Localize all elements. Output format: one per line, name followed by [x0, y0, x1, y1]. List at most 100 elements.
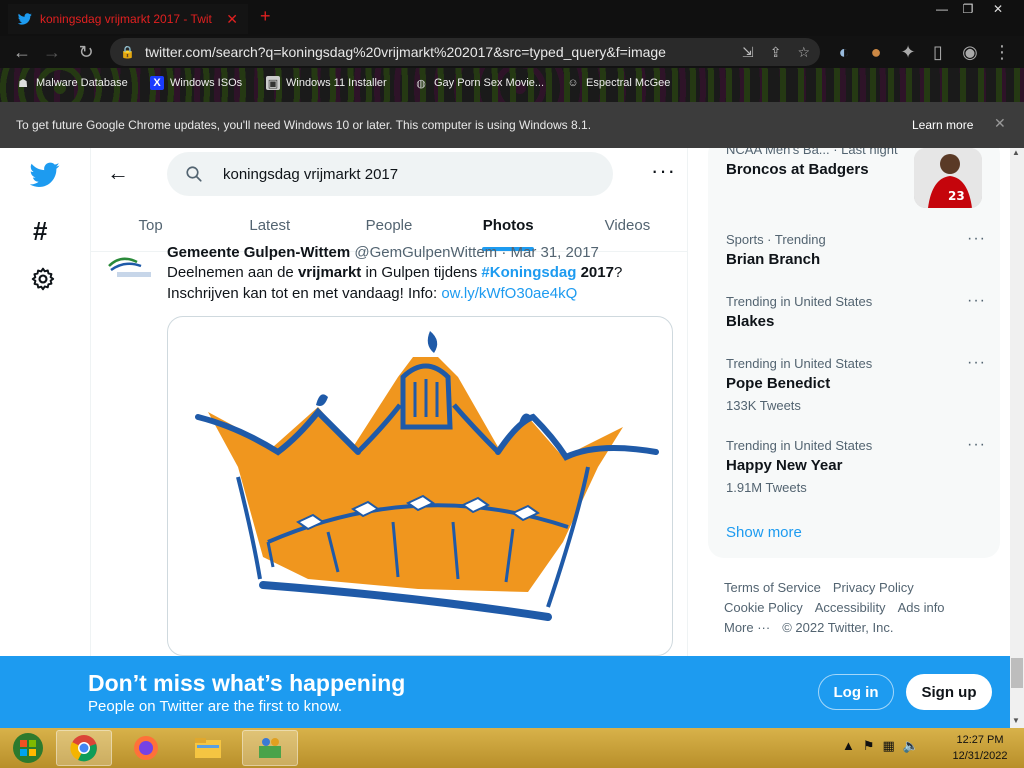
trend-count: 133K Tweets	[726, 398, 801, 413]
trend-name: Blakes	[726, 313, 775, 330]
lock-icon: 🔒	[120, 45, 135, 59]
update-infobar: To get future Google Chrome updates, you…	[0, 102, 1024, 148]
taskbar-chrome[interactable]	[56, 730, 112, 766]
trend-item[interactable]: Sports · Trending Brian Branch ···	[726, 230, 986, 268]
bookmark-label: Windows 11 Installer	[286, 77, 387, 89]
search-input[interactable]: koningsdag vrijmarkt 2017	[167, 152, 613, 196]
infobar-close-icon[interactable]: ✕	[994, 115, 1006, 132]
tab-label: Latest	[249, 217, 291, 234]
tweet-photo[interactable]	[167, 316, 673, 656]
tray-expand-icon[interactable]: ▲	[842, 738, 855, 754]
twitter-page: # ← koningsdag vrijmarkt 2017 ··· Top La…	[0, 148, 1010, 728]
tweet-text-part: in Gulpen tijdens	[361, 264, 482, 281]
main-column: ← koningsdag vrijmarkt 2017 ··· Top Late…	[90, 148, 688, 728]
extension-flag-icon[interactable]: ◐	[832, 40, 856, 64]
network-app-icon	[259, 738, 281, 758]
banner-subtitle: People on Twitter are the first to know.	[88, 698, 343, 715]
gulpen-wittem-logo[interactable]	[107, 252, 155, 280]
extensions-puzzle-icon[interactable]: ✦	[896, 40, 920, 64]
install-icon[interactable]: ⇲	[742, 44, 754, 61]
reload-icon[interactable]: ↻	[74, 40, 98, 64]
trend-more-icon[interactable]: ···	[967, 230, 986, 248]
bookmark-item[interactable]: ▣ Windows 11 Installer	[266, 76, 387, 90]
banner-title: Don’t miss what’s happening	[88, 670, 406, 696]
login-button[interactable]: Log in	[818, 674, 894, 710]
settings-gear-icon[interactable]	[30, 266, 56, 292]
tweet-url-link[interactable]: ow.ly/kWfO30ae4kQ	[441, 285, 577, 302]
share-icon[interactable]: ⇪	[770, 44, 782, 61]
privacy-link[interactable]: Privacy Policy	[833, 580, 914, 595]
taskbar-clock[interactable]: 12:27 PM 12/31/2022	[944, 732, 1016, 764]
x-logo-icon: X	[150, 76, 164, 90]
page-scrollbar[interactable]	[1010, 148, 1024, 728]
hashtag-link[interactable]: #Koningsdag	[481, 264, 576, 281]
tab-label: People	[365, 217, 413, 234]
more-options-icon[interactable]: ···	[651, 158, 676, 184]
scrollbar-thumb[interactable]	[1011, 658, 1023, 688]
extension-avatar-icon[interactable]: ●	[864, 40, 888, 64]
trend-more-icon[interactable]: ···	[967, 292, 986, 310]
network-icon[interactable]: ▦	[883, 738, 895, 754]
chrome-menu-icon[interactable]: ⋮	[990, 40, 1014, 64]
ghost-icon: ☺	[567, 77, 579, 89]
infobar-message: To get future Google Chrome updates, you…	[16, 118, 592, 132]
bookmark-item[interactable]: ◍ Gay Porn Sex Movie...	[414, 76, 544, 90]
search-icon	[186, 166, 202, 182]
close-window-icon[interactable]: ✕	[978, 0, 1018, 18]
browser-tab[interactable]: koningsdag vrijmarkt 2017 - Twit ✕	[8, 4, 248, 34]
address-bar[interactable]: 🔒 twitter.com/search?q=koningsdag%20vrij…	[110, 38, 820, 66]
taskbar-explorer[interactable]	[180, 730, 236, 766]
trend-item[interactable]: Trending in United States Pope Benedict …	[726, 354, 986, 413]
search-query: koningsdag vrijmarkt 2017	[223, 165, 399, 183]
action-center-flag-icon[interactable]: ⚑	[863, 738, 875, 754]
tab-title: koningsdag vrijmarkt 2017 - Twit	[40, 12, 212, 26]
trend-meta: Trending in United States	[726, 356, 873, 371]
tweet-highlight: vrijmarkt	[297, 264, 362, 281]
tweet-handle-date[interactable]: @GemGulpenWittem · Mar 31, 2017	[354, 244, 598, 261]
trend-more-icon[interactable]: ···	[967, 354, 986, 372]
learn-more-link[interactable]: Learn more	[912, 118, 973, 132]
bookmark-item[interactable]: ☺ Espectral McGee	[566, 76, 670, 90]
back-arrow-icon[interactable]: ←	[10, 40, 34, 64]
new-tab-button[interactable]: +	[260, 6, 271, 27]
bookmark-label: Espectral McGee	[586, 77, 671, 89]
tweet-text-part: ?	[613, 264, 623, 281]
terms-link[interactable]: Terms of Service	[724, 580, 821, 595]
taskbar-firefox[interactable]	[118, 730, 174, 766]
trend-name: Pope Benedict	[726, 375, 831, 392]
ads-info-link[interactable]: Ads info	[898, 600, 945, 615]
volume-icon[interactable]: 🔈	[903, 738, 919, 754]
explore-hashtag-icon[interactable]: #	[33, 216, 47, 247]
trend-item[interactable]: Trending in United States Happy New Year…	[726, 436, 986, 495]
start-button[interactable]	[0, 730, 56, 766]
more-link[interactable]: More ···	[724, 620, 770, 635]
accessibility-link[interactable]: Accessibility	[815, 600, 886, 615]
signup-button[interactable]: Sign up	[906, 674, 992, 710]
bookmark-star-icon[interactable]: ☆	[797, 44, 810, 61]
forward-arrow-icon[interactable]: →	[40, 40, 64, 64]
twitter-bird-icon[interactable]	[30, 160, 60, 190]
left-nav: #	[0, 148, 90, 728]
trend-more-icon[interactable]: ···	[967, 436, 986, 454]
side-panel-icon[interactable]: ▯	[926, 40, 950, 64]
tab-label: Top	[138, 217, 163, 234]
scroll-down-arrow-icon[interactable]: ▼	[1012, 716, 1020, 725]
twitter-tab-icon	[18, 13, 32, 25]
bookmark-label: Windows ISOs	[170, 77, 243, 89]
back-arrow-icon[interactable]: ←	[107, 160, 129, 186]
footer-links: Terms of Service Privacy Policy Cookie Po…	[724, 578, 994, 638]
cookie-link[interactable]: Cookie Policy	[724, 600, 803, 615]
taskbar-app[interactable]	[242, 730, 298, 766]
firefox-icon	[134, 736, 158, 760]
scroll-up-arrow-icon[interactable]: ▲	[1012, 148, 1020, 157]
trend-name: Brian Branch	[726, 251, 821, 268]
bookmark-item[interactable]: X Windows ISOs	[150, 76, 242, 90]
tab-close-icon[interactable]: ✕	[226, 11, 238, 28]
show-more-link[interactable]: Show more	[726, 524, 802, 541]
start-orb-icon	[13, 733, 43, 763]
trend-item[interactable]: Trending in United States Blakes ···	[726, 292, 986, 330]
tweet-author[interactable]: Gemeente Gulpen-Wittem	[167, 244, 350, 261]
profile-icon[interactable]: ◉	[958, 40, 982, 64]
tweet-highlight: 2017	[580, 264, 614, 281]
bookmark-item[interactable]: ☗ Malware Database	[16, 76, 128, 90]
